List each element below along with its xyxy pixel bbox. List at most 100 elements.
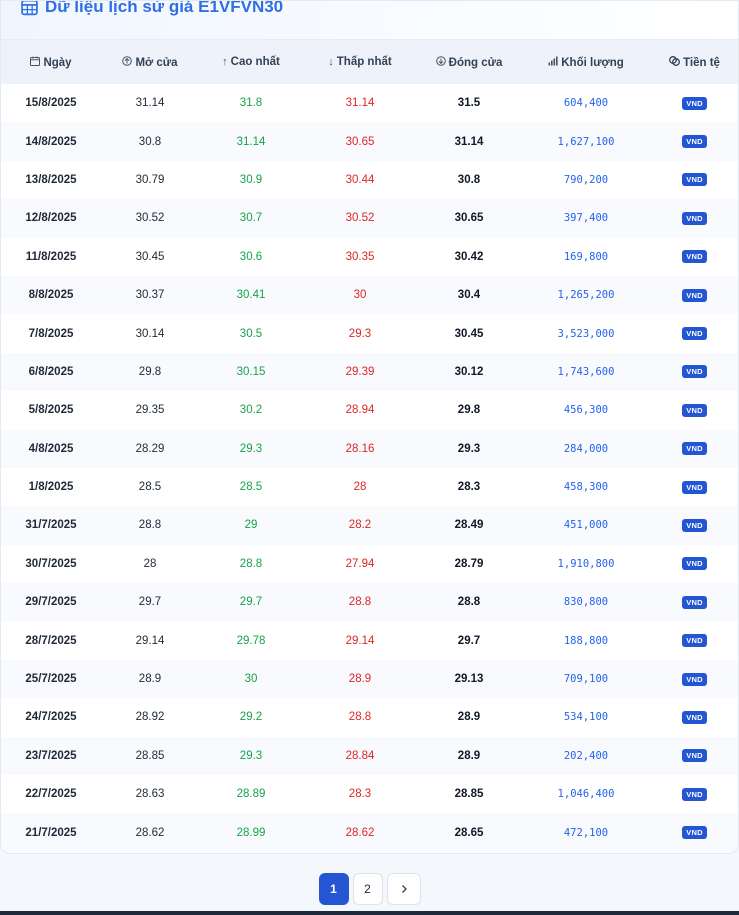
open-cell: 28.62 (135, 826, 165, 839)
close-cell: 29.8 (457, 404, 481, 417)
open-cell: 30.14 (135, 327, 165, 340)
currency-badge: VND (682, 288, 707, 302)
close-cell: 31.14 (454, 135, 484, 148)
currency-badge: VND (682, 710, 707, 724)
calendar-icon (30, 56, 41, 69)
volume-cell: 604,400 (563, 97, 609, 110)
low-cell: 30.52 (345, 212, 375, 225)
high-cell: 30 (244, 673, 258, 686)
currency-cell: VND (651, 621, 738, 659)
column-label: Đóng cửa (448, 56, 503, 69)
volume-cell: 169,800 (563, 250, 609, 263)
table-row: 24/7/2025 28.92 29.2 28.8 28.9 534,100 VND (1, 698, 738, 736)
high-cell: 29 (244, 519, 258, 532)
close-cell: 28.8 (457, 596, 481, 609)
table-row: 14/8/2025 30.8 31.14 30.65 31.14 1,627,100 VND (1, 122, 738, 161)
high-cell: 29.7 (239, 596, 263, 609)
open-cell: 28.29 (135, 442, 165, 455)
column-header-volume[interactable]: Khối lượng (521, 40, 651, 84)
arrow-down-circle-icon (435, 55, 446, 69)
low-cell: 28.62 (345, 826, 375, 839)
low-cell: 30.65 (345, 135, 375, 148)
volume-cell: 534,100 (563, 711, 609, 724)
currency-cell: VND (651, 122, 738, 160)
column-header-date[interactable]: Ngày (1, 40, 101, 84)
volume-cell: 3,523,000 (557, 327, 615, 340)
page-button-2[interactable]: 2 (352, 873, 383, 905)
date-cell: 4/8/2025 (28, 442, 74, 455)
column-header-currency[interactable]: Tiền tệ (651, 40, 738, 84)
open-cell: 28.9 (138, 673, 162, 686)
next-page-button[interactable] (386, 873, 421, 905)
date-cell: 30/7/2025 (25, 557, 77, 570)
table-row: 5/8/2025 29.35 30.2 28.94 29.8 456,300 VND (1, 391, 738, 429)
currency-badge: VND (682, 749, 707, 763)
open-cell: 28 (143, 557, 157, 570)
high-cell: 30.41 (236, 289, 266, 302)
chevron-right-icon (401, 885, 407, 893)
column-label: Tiền tệ (683, 56, 720, 69)
currency-badge: VND (682, 518, 707, 532)
high-cell: 29.3 (239, 749, 263, 762)
currency-badge: VND (682, 327, 707, 341)
high-cell: 31.14 (236, 135, 266, 148)
date-cell: 24/7/2025 (25, 711, 77, 724)
close-cell: 30.12 (454, 365, 484, 378)
currency-cell: VND (651, 391, 738, 429)
page-button-1[interactable]: 1 (318, 873, 349, 905)
table-icon (21, 1, 38, 15)
column-header-high[interactable]: ↑ Cao nhất (199, 40, 303, 84)
currency-badge: VND (682, 135, 707, 149)
date-cell: 25/7/2025 (25, 673, 77, 686)
low-cell: 28.9 (348, 673, 372, 686)
date-cell: 29/7/2025 (25, 596, 77, 609)
date-cell: 7/8/2025 (28, 327, 74, 340)
column-header-open[interactable]: Mở cửa (101, 40, 199, 84)
table-row: 29/7/2025 29.7 29.7 28.8 28.8 830,800 VND (1, 583, 738, 622)
table-row: 13/8/2025 30.79 30.9 30.44 30.8 790,200 VND (1, 161, 738, 199)
close-cell: 28.3 (457, 481, 481, 494)
high-cell: 29.3 (239, 442, 263, 455)
table-row: 12/8/2025 30.52 30.7 30.52 30.65 397,400 VND (1, 199, 738, 238)
column-label: Ngày (43, 56, 72, 69)
close-cell: 30.65 (454, 212, 484, 225)
close-cell: 28.9 (457, 749, 481, 762)
high-cell: 29.2 (239, 711, 263, 724)
date-cell: 15/8/2025 (25, 97, 77, 110)
open-cell: 30.45 (135, 250, 165, 263)
column-header-low[interactable]: ↓ Thấp nhất (303, 40, 417, 84)
currency-cell: VND (651, 468, 738, 506)
open-cell: 28.5 (138, 481, 162, 494)
currency-cell: VND (651, 698, 738, 736)
date-cell: 6/8/2025 (28, 365, 74, 378)
open-cell: 30.8 (138, 135, 162, 148)
volume-cell: 709,100 (563, 673, 609, 686)
table-row: 7/8/2025 30.14 30.5 29.3 30.45 3,523,000 VND (1, 314, 738, 352)
column-header-close[interactable]: Đóng cửa (417, 40, 521, 84)
date-cell: 13/8/2025 (25, 173, 77, 186)
volume-cell: 1,910,800 (557, 557, 615, 570)
currency-badge: VND (682, 365, 707, 379)
table-row: 6/8/2025 29.8 30.15 29.39 30.12 1,743,600 VND (1, 352, 738, 392)
close-cell: 28.85 (454, 788, 484, 801)
volume-cell: 1,265,200 (557, 289, 615, 302)
open-cell: 31.14 (135, 97, 165, 110)
close-cell: 28.49 (454, 519, 484, 532)
open-cell: 29.8 (138, 365, 162, 378)
date-cell: 31/7/2025 (25, 519, 77, 532)
arrow-up-icon: ↑ (222, 56, 228, 68)
open-cell: 28.85 (135, 749, 165, 762)
price-history-card: Dữ liệu lịch sử giá E1VFVN30 Ngày Mở cửa (0, 0, 739, 854)
low-cell: 28.16 (345, 442, 375, 455)
card-header: Dữ liệu lịch sử giá E1VFVN30 (1, 1, 738, 40)
table-row: 25/7/2025 28.9 30 28.9 29.13 709,100 VND (1, 659, 738, 699)
close-cell: 28.9 (457, 711, 481, 724)
currency-badge: VND (682, 595, 707, 609)
open-cell: 30.79 (135, 173, 165, 186)
low-cell: 30 (353, 289, 367, 302)
currency-cell: VND (651, 545, 738, 583)
currency-cell: VND (651, 84, 738, 122)
low-cell: 29.39 (345, 365, 375, 378)
volume-cell: 284,000 (563, 442, 609, 455)
volume-cell: 451,000 (563, 519, 609, 532)
